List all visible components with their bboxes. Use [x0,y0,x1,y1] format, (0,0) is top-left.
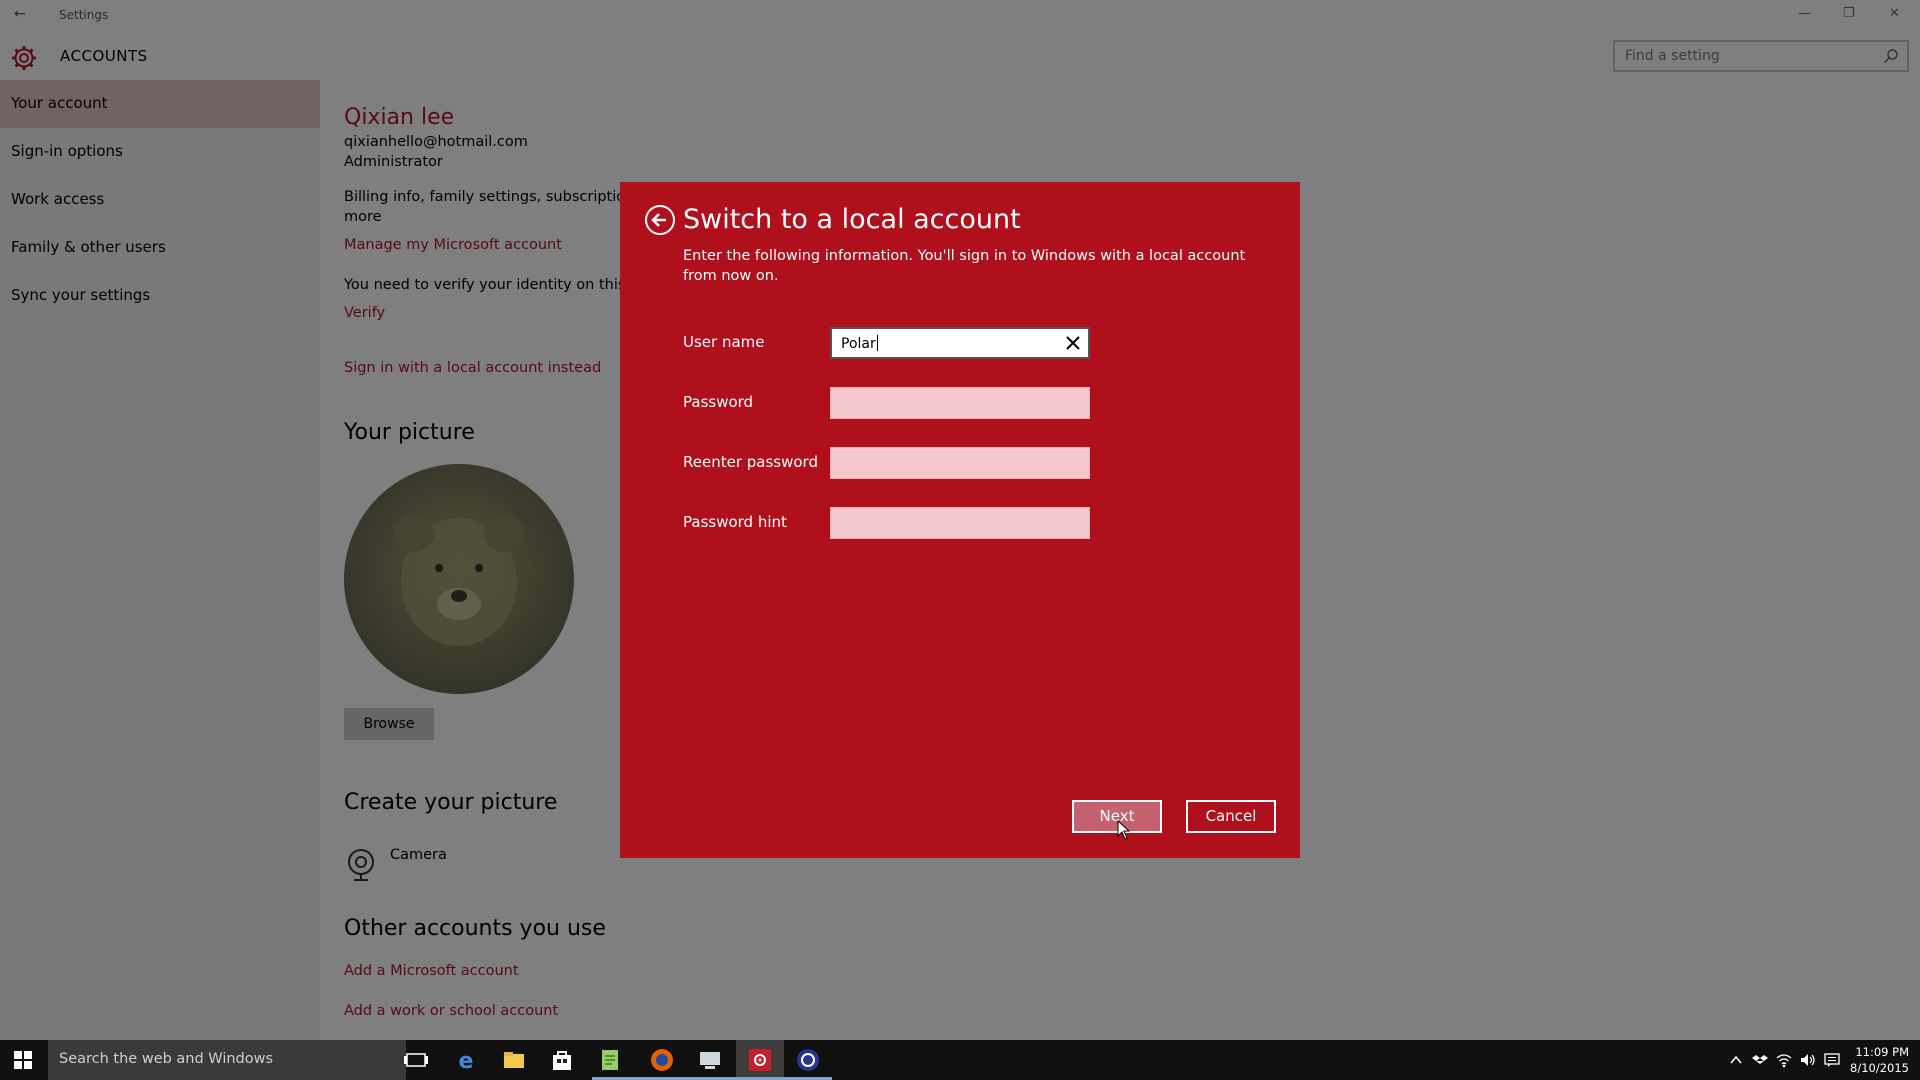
file-explorer-icon[interactable] [500,1046,528,1074]
switch-local-account-dialog: Switch to a local account Enter the foll… [620,182,1300,858]
text-caret [876,335,878,351]
wifi-icon[interactable] [1776,1052,1792,1068]
password-hint-field[interactable] [830,507,1090,539]
password-hint-label: Password hint [683,513,787,531]
task-view-icon[interactable] [402,1046,430,1074]
back-arrow-icon[interactable] [644,204,676,236]
clear-icon[interactable] [1063,333,1083,353]
notifications-icon[interactable] [1824,1052,1840,1068]
windows-start-icon[interactable] [14,1051,32,1069]
mouse-pointer-icon [1117,820,1131,840]
password-label: Password [683,393,754,411]
remote-desktop-icon[interactable] [696,1046,724,1074]
taskbar-search-box[interactable]: Search the web and Windows [48,1040,406,1080]
username-field[interactable]: Polar [830,327,1090,359]
clock-time: 11:09 PM [1855,1045,1909,1059]
chevron-up-icon[interactable] [1728,1052,1744,1068]
clock[interactable]: 11:09 PM 8/10/2015 [1843,1044,1909,1076]
taskbar: Search the web and Windows e 11:09 PM 8/… [0,1040,1920,1080]
volume-icon[interactable] [1800,1052,1816,1068]
dropbox-icon[interactable] [1752,1052,1768,1068]
reenter-password-field[interactable] [830,447,1090,479]
password-field[interactable] [830,387,1090,419]
firefox-icon[interactable] [648,1046,676,1074]
cancel-button[interactable]: Cancel [1186,800,1276,833]
reenter-password-label: Reenter password [683,453,818,471]
taskbar-search-placeholder: Search the web and Windows [59,1051,274,1067]
notepad-icon[interactable] [596,1046,624,1074]
store-icon[interactable] [548,1046,576,1074]
clock-date: 8/10/2015 [1850,1061,1909,1075]
dialog-title: Switch to a local account [683,204,1021,235]
dialog-description: Enter the following information. You'll … [683,248,1246,284]
settings-icon[interactable] [746,1046,774,1074]
edge-icon[interactable]: e [452,1046,480,1074]
username-label: User name [683,333,765,351]
svg-text:e: e [459,1049,474,1074]
vpn-icon[interactable] [794,1046,822,1074]
username-value: Polar [841,336,876,352]
